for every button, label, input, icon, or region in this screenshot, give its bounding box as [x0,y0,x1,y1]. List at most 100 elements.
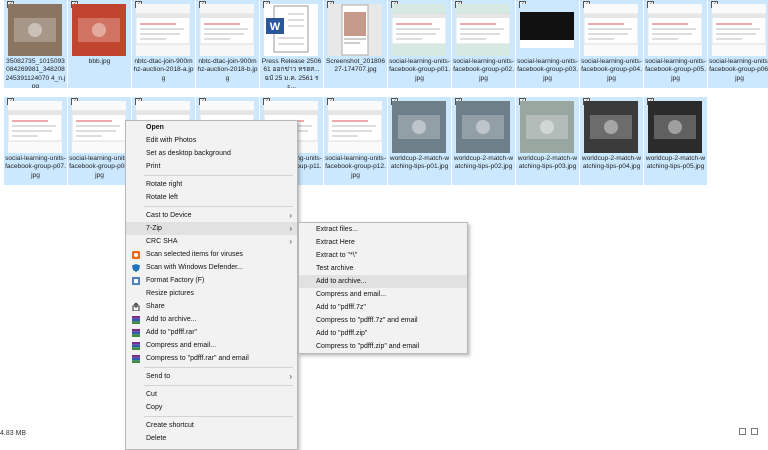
file-tile[interactable]: ✓social-learning-units-facebook-group-p0… [708,0,768,88]
file-tile[interactable]: ✓worldcup-2-match-watching-tips-p05.jpg [644,97,707,185]
defender-shield-icon [132,264,140,272]
menu-item-print[interactable]: Print [126,160,297,173]
file-tile[interactable]: ✓Screenshot_20180627-174707.jpg [324,0,387,88]
menu-separator [144,416,293,417]
file-name: nbtc-dtac-join-900mhz-auction-2018-a.jpg [133,58,194,82]
menu-item-extract-to[interactable]: Extract to "*\" [299,249,467,262]
file-tile[interactable]: ✓social-learning-units-facebook-group-p0… [4,97,67,185]
chevron-right-icon: › [289,372,292,381]
menu-item-compress-to-pdfff-rar-and-email[interactable]: Compress to "pdfff.rar" and email [126,352,297,365]
file-tile[interactable]: ✓worldcup-2-match-watching-tips-p04.jpg [580,97,643,185]
file-tile[interactable]: ✓worldcup-2-match-watching-tips-p02.jpg [452,97,515,185]
context-menu: Open Edit with Photos Set as desktop backg… [125,120,298,450]
file-tile[interactable]: ✓social-learning-units-facebook-group-p0… [516,0,579,88]
menu-item-cast-to-device[interactable]: Cast to Device › [126,209,297,222]
file-name: nbtc-dtac-join-900mhz-auction-2018-b.jpg [197,58,258,82]
menu-item-label: Format Factory (F) [146,277,205,284]
file-tile[interactable]: ✓social-learning-units-facebook-group-p0… [452,0,515,88]
menu-item-rotate-left[interactable]: Rotate left [126,191,297,204]
file-tile[interactable]: ✓nbtc-dtac-join-900mhz-auction-2018-a.jp… [132,0,195,88]
file-name: worldcup-2-match-watching-tips-p04.jpg [581,155,642,171]
file-thumbnail [392,101,446,153]
menu-item-label: Cast to Device [146,212,192,219]
menu-separator [144,175,293,176]
menu-item-compress-to-pdfff-7z-and-email[interactable]: Compress to "pdfff.7z" and email [299,314,467,327]
menu-item-label: Rotate left [146,194,178,201]
menu-item-label: Compress and email... [146,342,217,349]
file-tile[interactable]: ✓WPress Release 250661 ออกข่าว ทรฮส... ฉ… [260,0,323,88]
file-name: social-learning-units-facebook-group-p12… [325,155,386,179]
file-thumbnail [584,101,638,153]
menu-item-format-factory-f[interactable]: Format Factory (F) [126,274,297,287]
menu-item-copy[interactable]: Copy [126,401,297,414]
file-tile[interactable]: ✓social-learning-units-facebook-group-p1… [324,97,387,185]
file-name: social-learning-units-facebook-group-p08… [69,155,130,179]
file-tile[interactable]: ✓social-learning-units-facebook-group-p0… [580,0,643,88]
file-name: social-learning-units-facebook-group-p01… [389,58,450,82]
menu-item-delete[interactable]: Delete [126,432,297,445]
large-icons-view-icon[interactable] [751,428,758,435]
file-name: social-learning-units-facebook-group-p03… [517,58,578,82]
file-tile[interactable]: ✓worldcup-2-match-watching-tips-p01.jpg [388,97,451,185]
menu-item-label: Compress and email... [316,291,387,298]
file-thumbnail [8,4,62,56]
menu-item-add-to-pdfff-zip[interactable]: Add to "pdfff.zip" [299,327,467,340]
chevron-right-icon: › [289,211,292,220]
file-tile[interactable]: ✓nbtc-dtac-join-900mhz-auction-2018-b.jp… [196,0,259,88]
menu-item-label: Delete [146,435,167,442]
menu-item-add-to-pdfff-rar[interactable]: Add to "pdfff.rar" [126,326,297,339]
menu-item-label: Compress to "pdfff.rar" and email [146,355,249,362]
file-thumbnail [328,4,382,56]
file-thumbnail [648,101,702,153]
file-tile[interactable]: ✓social-learning-units-facebook-group-p0… [68,97,131,185]
menu-item-edit-with-photos[interactable]: Edit with Photos [126,134,297,147]
file-thumbnail [72,101,126,153]
file-name: social-learning-units-facebook-group-p02… [453,58,514,82]
menu-item-scan-with-windows-defender[interactable]: Scan with Windows Defender... [126,261,297,274]
file-name: worldcup-2-match-watching-tips-p03.jpg [517,155,578,171]
file-tile[interactable]: ✓35082735_1015093084269981_3482082453911… [4,0,67,88]
details-view-icon[interactable] [739,428,747,435]
menu-item-label: Compress to "pdfff.zip" and email [316,343,420,350]
menu-item-cut[interactable]: Cut [126,388,297,401]
menu-item-resize-pictures[interactable]: Resize pictures [126,287,297,300]
menu-item-share[interactable]: Share [126,300,297,313]
winrar-icon [132,329,140,337]
menu-item-set-as-desktop-background[interactable]: Set as desktop background [126,147,297,160]
menu-item-test-archive[interactable]: Test archive [299,262,467,275]
menu-item-compress-and-email[interactable]: Compress and email... [126,339,297,352]
file-tile[interactable]: ✓worldcup-2-match-watching-tips-p03.jpg [516,97,579,185]
chevron-right-icon: › [289,237,292,246]
file-tile[interactable]: ✓social-learning-units-facebook-group-p0… [388,0,451,88]
menu-item-open[interactable]: Open [126,121,297,134]
menu-separator [144,206,293,207]
menu-item-crc-sha[interactable]: CRC SHA › [126,235,297,248]
menu-item-compress-to-pdfff-zip-and-email[interactable]: Compress to "pdfff.zip" and email [299,340,467,353]
file-name: worldcup-2-match-watching-tips-p05.jpg [645,155,706,171]
menu-item-7-zip[interactable]: 7-Zip › [126,222,297,235]
menu-item-label: Copy [146,404,163,411]
menu-item-add-to-archive[interactable]: Add to archive... [299,275,467,288]
menu-item-extract-files[interactable]: Extract files... [299,223,467,236]
menu-item-label: Scan with Windows Defender... [146,264,243,271]
menu-item-label: Test archive [316,265,354,272]
file-thumbnail [392,4,446,56]
view-toggles [736,428,758,437]
menu-item-add-to-archive[interactable]: Add to archive... [126,313,297,326]
menu-item-label: Add to "pdfff.zip" [316,330,368,337]
menu-item-create-shortcut[interactable]: Create shortcut [126,419,297,432]
file-tile[interactable]: ✓bbb.jpg [68,0,131,88]
menu-item-rotate-right[interactable]: Rotate right [126,178,297,191]
menu-item-label: Scan selected items for viruses [146,251,243,258]
menu-item-label: Add to archive... [316,278,367,285]
menu-item-extract-here[interactable]: Extract Here [299,236,467,249]
menu-item-label: Send to [146,373,171,380]
menu-item-compress-and-email[interactable]: Compress and email... [299,288,467,301]
menu-item-label: Create shortcut [146,422,194,429]
menu-item-add-to-pdfff-7z[interactable]: Add to "pdfff.7z" [299,301,467,314]
menu-item-scan-selected-items-for-viruses[interactable]: Scan selected items for viruses [126,248,297,261]
winrar-icon [132,316,140,324]
file-tile[interactable]: ✓social-learning-units-facebook-group-p0… [644,0,707,88]
menu-item-label: Set as desktop background [146,150,231,157]
menu-item-send-to[interactable]: Send to › [126,370,297,383]
